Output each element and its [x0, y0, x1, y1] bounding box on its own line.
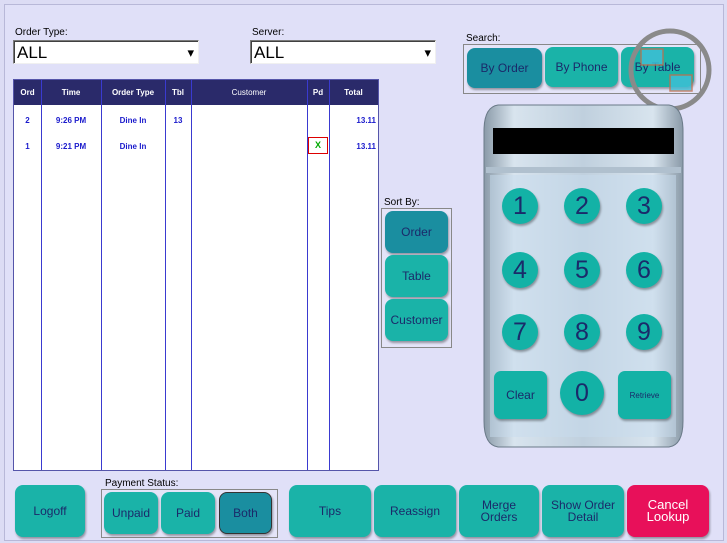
search-label: Search:: [466, 33, 501, 44]
cell-type: Dine In: [119, 142, 147, 151]
sort-by-label: Sort By:: [384, 197, 420, 208]
header-customer: Customer: [231, 88, 267, 97]
show-order-detail-button[interactable]: Show Order Detail: [542, 485, 624, 537]
key-8[interactable]: 8: [564, 314, 600, 350]
both-button[interactable]: Both: [219, 492, 272, 534]
key-5[interactable]: 5: [564, 252, 600, 288]
reassign-button[interactable]: Reassign: [374, 485, 456, 537]
paid-button[interactable]: Paid: [161, 492, 215, 534]
sort-order-button[interactable]: Order: [385, 211, 448, 253]
logoff-button[interactable]: Logoff: [15, 485, 85, 537]
column-divider: [191, 80, 192, 470]
order-type-value: ALL: [17, 43, 48, 62]
server-value: ALL: [254, 43, 285, 62]
keypad-display: [493, 128, 674, 154]
clear-button[interactable]: Clear: [494, 371, 547, 419]
server-label: Server:: [252, 27, 285, 38]
tips-button[interactable]: Tips: [289, 485, 371, 537]
column-divider: [329, 80, 330, 470]
search-by-order-button[interactable]: By Order: [467, 48, 542, 88]
sort-table-button[interactable]: Table: [385, 255, 448, 297]
cell-total: 13.11: [356, 142, 376, 151]
key-7[interactable]: 7: [502, 314, 538, 350]
chevron-down-icon: ▾: [187, 45, 194, 60]
header-time: Time: [61, 88, 81, 97]
key-0[interactable]: 0: [560, 371, 604, 415]
order-type-label: Order Type:: [15, 27, 68, 38]
payment-status-label: Payment Status:: [105, 478, 179, 489]
search-by-phone-button[interactable]: By Phone: [545, 47, 618, 87]
header-pd: Pd: [312, 88, 324, 97]
orders-table: Ord Time Order Type Tbl Customer Pd Tota…: [13, 79, 379, 471]
cell-type: Dine In: [119, 116, 147, 125]
key-3[interactable]: 3: [626, 188, 662, 224]
header-order-type: Order Type: [111, 88, 155, 97]
column-divider: [101, 80, 102, 470]
key-2[interactable]: 2: [564, 188, 600, 224]
unpaid-button[interactable]: Unpaid: [104, 492, 158, 534]
cell-tbl: 13: [173, 116, 183, 125]
header-total: Total: [344, 88, 363, 97]
chevron-down-icon: ▾: [424, 45, 431, 60]
cell-time: 9:26 PM: [55, 116, 87, 125]
server-select[interactable]: ALL ▾: [250, 40, 436, 64]
cell-total: 13.11: [356, 116, 376, 125]
cell-time: 9:21 PM: [55, 142, 87, 151]
order-type-select[interactable]: ALL ▾: [13, 40, 199, 64]
merge-orders-button[interactable]: Merge Orders: [459, 485, 539, 537]
key-6[interactable]: 6: [626, 252, 662, 288]
keypad: 1 2 3 4 5 6 7 8 9 Clear 0 Retrieve: [478, 101, 689, 450]
key-4[interactable]: 4: [502, 252, 538, 288]
table-header: Ord Time Order Type Tbl Customer Pd Tota…: [14, 80, 378, 105]
key-9[interactable]: 9: [626, 314, 662, 350]
retrieve-button[interactable]: Retrieve: [618, 371, 671, 419]
header-tbl: Tbl: [172, 88, 184, 97]
cell-ord: 2: [25, 116, 30, 125]
column-divider: [41, 80, 42, 470]
cancel-lookup-button[interactable]: Cancel Lookup: [627, 485, 709, 537]
paid-marker: X: [308, 137, 328, 154]
cell-ord: 1: [25, 142, 30, 151]
key-1[interactable]: 1: [502, 188, 538, 224]
column-divider: [165, 80, 166, 470]
header-ord: Ord: [20, 88, 35, 97]
sort-customer-button[interactable]: Customer: [385, 299, 448, 341]
